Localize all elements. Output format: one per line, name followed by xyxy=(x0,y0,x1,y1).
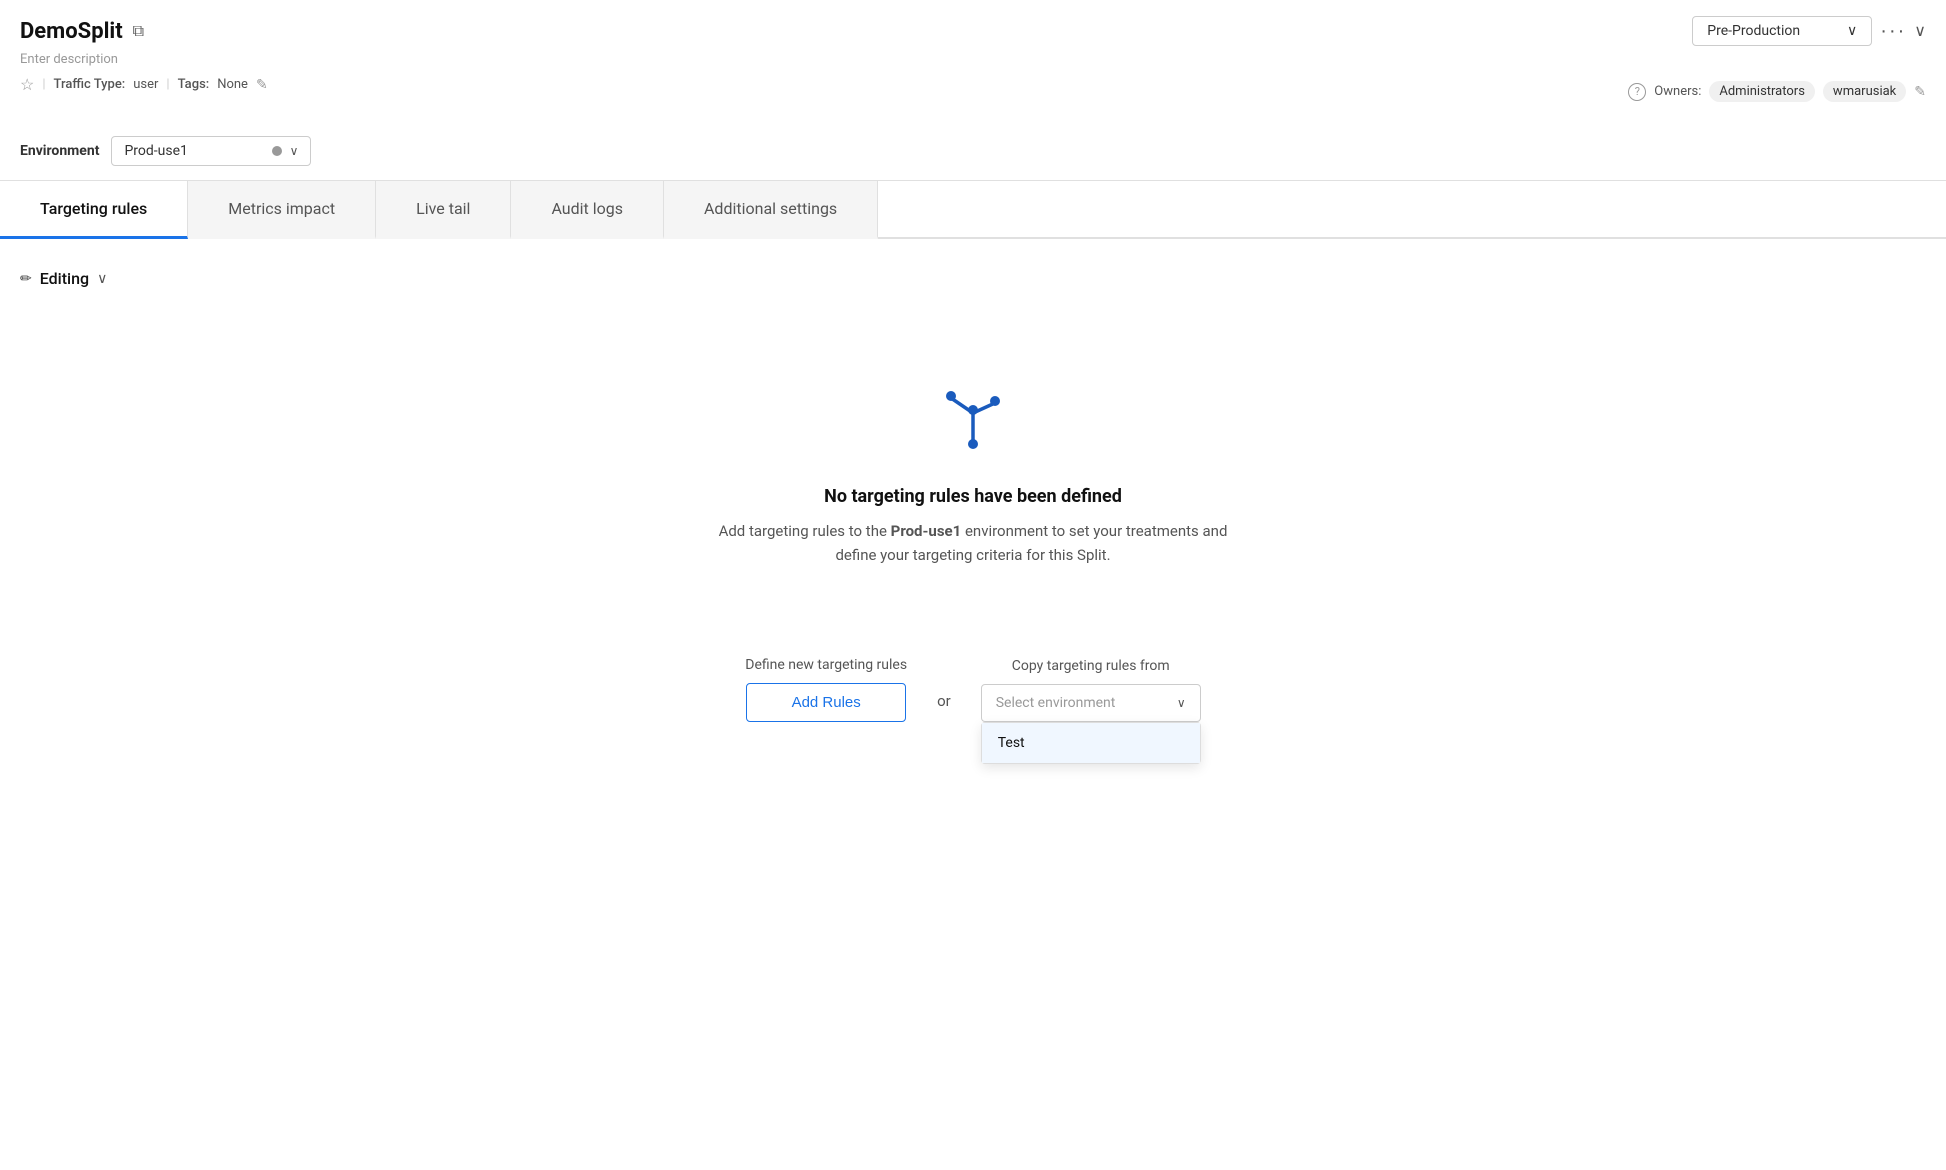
copy-rules-group: Copy targeting rules from Select environ… xyxy=(981,658,1201,722)
copy-icon[interactable]: ⧉ xyxy=(133,21,144,41)
env-name-bold: Prod-use1 xyxy=(891,522,962,540)
select-env-chevron-icon: ∨ xyxy=(1177,696,1186,710)
copy-rules-label: Copy targeting rules from xyxy=(1012,658,1170,674)
traffic-type-value: user xyxy=(133,77,158,92)
environment-dropdown-list: Test xyxy=(981,722,1201,764)
owners-edit-icon[interactable]: ✎ xyxy=(1914,84,1926,100)
tabs-container: Targeting rules Metrics impact Live tail… xyxy=(0,181,1946,239)
editing-bar[interactable]: ✏ Editing ∨ xyxy=(20,259,1926,298)
empty-state: No targeting rules have been defined Add… xyxy=(20,318,1926,607)
tab-live-tail[interactable]: Live tail xyxy=(376,181,511,239)
tags-label: Tags: xyxy=(178,77,210,92)
traffic-type-label: Traffic Type: xyxy=(54,77,126,92)
editing-pencil-icon: ✏ xyxy=(20,271,32,287)
environment-dropdown[interactable]: Pre-Production ∨ xyxy=(1692,16,1872,46)
environment-value: Prod-use1 xyxy=(124,143,187,159)
env-status-dot xyxy=(272,146,282,156)
owners-label: Owners: xyxy=(1654,84,1701,99)
add-rules-button[interactable]: Add Rules xyxy=(746,683,906,722)
select-env-wrapper: Select environment ∨ Test xyxy=(981,684,1201,722)
tab-targeting-rules[interactable]: Targeting rules xyxy=(0,181,188,239)
select-env-placeholder: Select environment xyxy=(996,695,1116,711)
environment-label: Environment xyxy=(20,143,99,159)
define-rules-group: Define new targeting rules Add Rules xyxy=(745,657,907,722)
main-content: ✏ Editing ∨ No targeti xyxy=(0,239,1946,742)
chevron-down-icon: ∨ xyxy=(1847,23,1857,39)
owner-administrators: Administrators xyxy=(1709,81,1815,102)
owner-wmarusiak: wmarusiak xyxy=(1823,81,1906,102)
editing-chevron-icon: ∨ xyxy=(97,271,107,287)
favorite-icon[interactable]: ☆ xyxy=(20,75,34,94)
tab-additional-settings[interactable]: Additional settings xyxy=(664,181,878,239)
collapse-button[interactable]: ∨ xyxy=(1914,21,1926,41)
description-field[interactable]: Enter description xyxy=(20,52,1926,67)
tab-audit-logs[interactable]: Audit logs xyxy=(511,181,664,239)
page-title: DemoSplit xyxy=(20,19,123,44)
tab-metrics-impact[interactable]: Metrics impact xyxy=(188,181,376,239)
split-diagram-icon xyxy=(933,378,1013,462)
dropdown-option-test[interactable]: Test xyxy=(982,723,1200,763)
or-separator: or xyxy=(937,692,951,722)
owners-help-icon[interactable]: ? xyxy=(1628,83,1646,101)
env-chevron-icon: ∨ xyxy=(290,144,299,158)
define-rules-label: Define new targeting rules xyxy=(745,657,907,673)
tags-edit-icon[interactable]: ✎ xyxy=(256,77,268,93)
tags-value: None xyxy=(217,77,248,92)
select-environment-dropdown[interactable]: Select environment ∨ xyxy=(981,684,1201,722)
empty-state-description: Add targeting rules to the Prod-use1 env… xyxy=(713,519,1233,567)
actions-row: Define new targeting rules Add Rules or … xyxy=(20,657,1926,722)
more-options-button[interactable]: ··· xyxy=(1880,20,1906,43)
editing-label: Editing xyxy=(40,269,89,288)
empty-state-title: No targeting rules have been defined xyxy=(824,486,1122,507)
env-dropdown-label: Pre-Production xyxy=(1707,23,1800,39)
environment-select[interactable]: Prod-use1 ∨ xyxy=(111,136,311,166)
